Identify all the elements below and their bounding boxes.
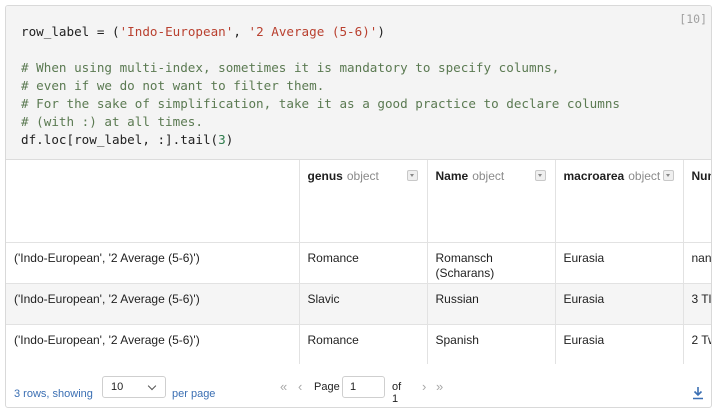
- page-count: of 1: [392, 381, 402, 405]
- page-size-value: 10: [111, 381, 124, 393]
- index-cell: ('Indo-European', '2 Average (5-6)'): [6, 324, 300, 364]
- column-header-macroarea[interactable]: macroarea object: [555, 160, 684, 243]
- code-token: # even if we do not want to filter them.: [21, 78, 325, 93]
- code-token: 3: [218, 132, 226, 147]
- column-type: object: [346, 169, 379, 183]
- index-header: [6, 160, 300, 243]
- code-token: # When using multi-index, sometimes it i…: [21, 60, 560, 75]
- rows-info: 3 rows, showing: [14, 388, 93, 400]
- table-cell: Romance: [299, 242, 428, 284]
- code-token: # (with :) at all times.: [21, 114, 203, 129]
- column-type: object: [472, 169, 505, 183]
- index-cell: ('Indo-European', '2 Average (5-6)'): [6, 283, 300, 325]
- column-header-name[interactable]: Name object: [427, 160, 556, 243]
- last-page-icon[interactable]: »: [436, 380, 443, 394]
- download-icon[interactable]: [692, 386, 704, 400]
- code-line: # even if we do not want to filter them.: [21, 78, 324, 93]
- code-editor[interactable]: [10] row_label = ('Indo-European', '2 Av…: [6, 6, 711, 160]
- notebook-cell: [10] row_label = ('Indo-European', '2 Av…: [5, 5, 712, 408]
- code-token: ,: [233, 24, 249, 39]
- page-number-value: 1: [350, 381, 357, 393]
- table-header-row: genus object Name object macroarea object N…: [6, 160, 712, 243]
- code-line: df.loc[row_label, :].tail(3): [21, 132, 233, 147]
- page-size-select[interactable]: 10: [102, 376, 166, 398]
- code-line: # (with :) at all times.: [21, 114, 203, 129]
- code-token: '2 Average (5-6)': [248, 24, 378, 39]
- column-menu-icon[interactable]: [406, 170, 418, 181]
- column-header-num[interactable]: Num: [683, 160, 712, 243]
- table-cell: 2 Tw: [683, 324, 711, 364]
- table-cell: Slavic: [299, 283, 428, 325]
- execution-count: [10]: [679, 12, 707, 26]
- per-page-label: per page: [172, 388, 216, 400]
- table-cell: Romance: [299, 324, 428, 364]
- table-row: ('Indo-European', '2 Average (5-6)') Sla…: [6, 283, 711, 325]
- dataframe-table: genus object Name object macroarea object N…: [6, 160, 711, 364]
- column-type: object: [628, 169, 661, 183]
- code-token: df.loc[row_label, :].tail(: [21, 132, 219, 147]
- code-content[interactable]: row_label = ('Indo-European', '2 Average…: [21, 23, 620, 149]
- table-cell: Romansch (Scharans): [427, 242, 556, 284]
- column-name: macroarea: [563, 169, 625, 183]
- table-cell: Spanish: [427, 324, 556, 364]
- table-cell: nan: [683, 242, 711, 284]
- column-menu-icon[interactable]: [534, 170, 546, 181]
- table-cell: Eurasia: [555, 283, 684, 325]
- table-row: ('Indo-European', '2 Average (5-6)') Rom…: [6, 324, 711, 364]
- table-footer: 3 rows, showing 10 per page « ‹ Page 1 o…: [6, 364, 711, 407]
- table-cell: Eurasia: [555, 324, 684, 364]
- code-token: # For the sake of simplification, take i…: [21, 96, 620, 111]
- table-row: ('Indo-European', '2 Average (5-6)') Rom…: [6, 242, 711, 284]
- page-number-input[interactable]: 1: [342, 376, 385, 398]
- column-menu-icon[interactable]: [662, 170, 674, 181]
- code-line: # When using multi-index, sometimes it i…: [21, 60, 559, 75]
- code-line: row_label = ('Indo-European', '2 Average…: [21, 24, 385, 39]
- page-label: Page: [314, 381, 340, 393]
- first-page-icon[interactable]: «: [280, 380, 287, 394]
- code-token: ): [225, 132, 234, 147]
- code-token: ): [377, 24, 385, 39]
- code-line: # For the sake of simplification, take i…: [21, 96, 620, 111]
- prev-page-icon[interactable]: ‹: [298, 380, 302, 394]
- code-token: row_label = (: [21, 24, 120, 39]
- column-name: Name: [435, 169, 469, 183]
- index-cell: ('Indo-European', '2 Average (5-6)'): [6, 242, 300, 284]
- column-header-genus[interactable]: genus object: [299, 160, 428, 243]
- column-name: Num: [691, 169, 712, 183]
- table-cell: Russian: [427, 283, 556, 325]
- next-page-icon[interactable]: ›: [422, 380, 426, 394]
- chevron-down-icon: [147, 381, 157, 391]
- table-cell: 3 Tl: [683, 283, 711, 325]
- code-token: 'Indo-European': [119, 24, 234, 39]
- column-name: genus: [307, 169, 343, 183]
- table-cell: Eurasia: [555, 242, 684, 284]
